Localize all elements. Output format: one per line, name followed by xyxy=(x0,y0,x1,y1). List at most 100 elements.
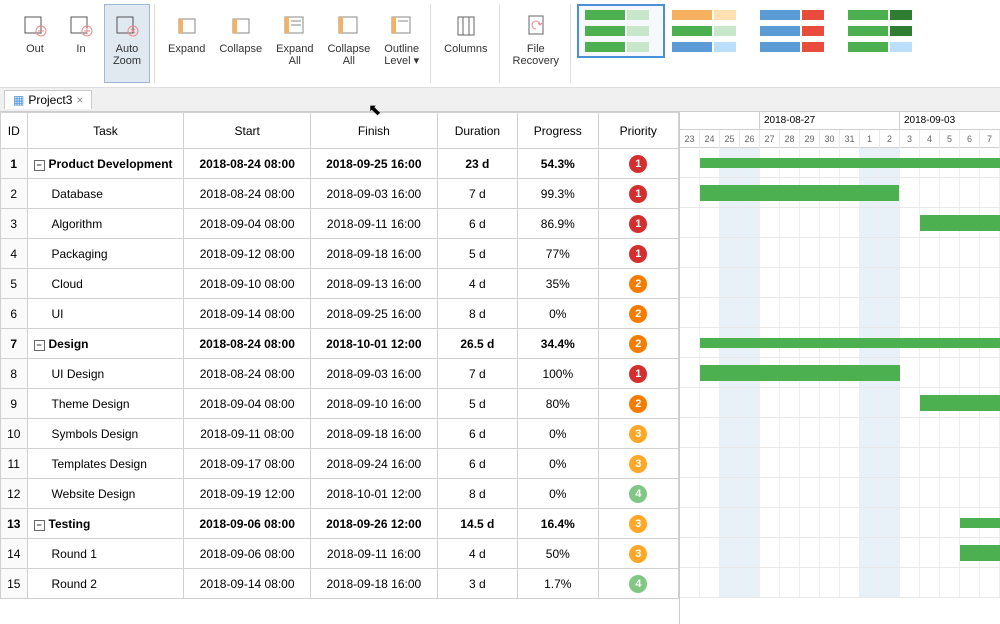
columns-button[interactable]: Columns xyxy=(437,4,494,83)
table-row[interactable]: 13−Testing2018-09-06 08:002018-09-26 12:… xyxy=(1,509,679,539)
row-id[interactable]: 1 xyxy=(1,149,28,179)
row-id[interactable]: 12 xyxy=(1,479,28,509)
table-row[interactable]: 4Packaging2018-09-12 08:002018-09-18 16:… xyxy=(1,239,679,269)
row-progress[interactable]: 0% xyxy=(518,299,598,329)
row-start[interactable]: 2018-09-17 08:00 xyxy=(184,449,311,479)
row-id[interactable]: 6 xyxy=(1,299,28,329)
outline-level-button[interactable]: Outline Level ▾ xyxy=(377,4,426,83)
gantt-task-bar[interactable] xyxy=(700,185,900,201)
gantt-task-bar[interactable] xyxy=(920,215,1000,231)
expand-all-button[interactable]: Expand All xyxy=(269,4,320,83)
row-start[interactable]: 2018-09-11 08:00 xyxy=(184,419,311,449)
row-id[interactable]: 7 xyxy=(1,329,28,359)
row-finish[interactable]: 2018-09-18 16:00 xyxy=(311,569,438,599)
row-progress[interactable]: 54.3% xyxy=(518,149,598,179)
in-button[interactable]: In xyxy=(58,4,104,83)
row-task[interactable]: Templates Design xyxy=(27,449,184,479)
row-task[interactable]: Round 1 xyxy=(27,539,184,569)
row-duration[interactable]: 23 d xyxy=(437,149,517,179)
row-start[interactable]: 2018-08-24 08:00 xyxy=(184,359,311,389)
row-finish[interactable]: 2018-09-10 16:00 xyxy=(311,389,438,419)
row-start[interactable]: 2018-09-14 08:00 xyxy=(184,569,311,599)
table-row[interactable]: 3Algorithm2018-09-04 08:002018-09-11 16:… xyxy=(1,209,679,239)
table-row[interactable]: 6UI2018-09-14 08:002018-09-25 16:008 d0%… xyxy=(1,299,679,329)
table-row[interactable]: 10Symbols Design2018-09-11 08:002018-09-… xyxy=(1,419,679,449)
gantt-row[interactable] xyxy=(680,418,1000,448)
row-task[interactable]: UI xyxy=(27,299,184,329)
auto-zoom-button[interactable]: Auto Zoom xyxy=(104,4,150,83)
row-duration[interactable]: 6 d xyxy=(437,419,517,449)
gantt-row[interactable] xyxy=(680,388,1000,418)
collapse-toggle-icon[interactable]: − xyxy=(34,340,45,351)
row-finish[interactable]: 2018-09-25 16:00 xyxy=(311,149,438,179)
row-duration[interactable]: 5 d xyxy=(437,389,517,419)
col-id[interactable]: ID xyxy=(1,113,28,149)
col-task[interactable]: Task xyxy=(27,113,184,149)
row-priority[interactable]: 1 xyxy=(598,209,678,239)
gantt-style-3[interactable] xyxy=(753,4,841,58)
row-id[interactable]: 14 xyxy=(1,539,28,569)
gantt-summary-bar[interactable] xyxy=(700,158,1000,168)
row-id[interactable]: 11 xyxy=(1,449,28,479)
row-priority[interactable]: 1 xyxy=(598,179,678,209)
gantt-row[interactable] xyxy=(680,208,1000,238)
row-duration[interactable]: 4 d xyxy=(437,269,517,299)
row-start[interactable]: 2018-09-04 08:00 xyxy=(184,209,311,239)
out-button[interactable]: Out xyxy=(12,4,58,83)
table-row[interactable]: 9Theme Design2018-09-04 08:002018-09-10 … xyxy=(1,389,679,419)
close-tab-icon[interactable]: × xyxy=(76,93,83,107)
row-finish[interactable]: 2018-09-03 16:00 xyxy=(311,179,438,209)
row-priority[interactable]: 1 xyxy=(598,239,678,269)
collapse-toggle-icon[interactable]: − xyxy=(34,160,45,171)
row-finish[interactable]: 2018-10-01 12:00 xyxy=(311,479,438,509)
row-progress[interactable]: 99.3% xyxy=(518,179,598,209)
gantt-row[interactable] xyxy=(680,448,1000,478)
gantt-summary-bar[interactable] xyxy=(960,518,1000,528)
table-row[interactable]: 1−Product Development2018-08-24 08:00201… xyxy=(1,149,679,179)
collapse-toggle-icon[interactable]: − xyxy=(34,520,45,531)
row-task[interactable]: −Design xyxy=(27,329,184,359)
row-start[interactable]: 2018-09-12 08:00 xyxy=(184,239,311,269)
row-duration[interactable]: 8 d xyxy=(437,299,517,329)
row-progress[interactable]: 77% xyxy=(518,239,598,269)
gantt-row[interactable] xyxy=(680,148,1000,178)
row-progress[interactable]: 50% xyxy=(518,539,598,569)
row-priority[interactable]: 3 xyxy=(598,539,678,569)
row-priority[interactable]: 4 xyxy=(598,479,678,509)
table-row[interactable]: 14Round 12018-09-06 08:002018-09-11 16:0… xyxy=(1,539,679,569)
row-progress[interactable]: 86.9% xyxy=(518,209,598,239)
row-task[interactable]: Symbols Design xyxy=(27,419,184,449)
expand-button[interactable]: Expand xyxy=(161,4,212,83)
row-priority[interactable]: 2 xyxy=(598,299,678,329)
gantt-row[interactable] xyxy=(680,298,1000,328)
row-task[interactable]: Round 2 xyxy=(27,569,184,599)
gantt-task-bar[interactable] xyxy=(920,395,1000,411)
gantt-row[interactable] xyxy=(680,268,1000,298)
row-start[interactable]: 2018-09-10 08:00 xyxy=(184,269,311,299)
gantt-task-bar[interactable] xyxy=(700,365,900,381)
row-priority[interactable]: 4 xyxy=(598,569,678,599)
col-progress[interactable]: Progress xyxy=(518,113,598,149)
row-id[interactable]: 4 xyxy=(1,239,28,269)
row-duration[interactable]: 14.5 d xyxy=(437,509,517,539)
row-finish[interactable]: 2018-09-26 12:00 xyxy=(311,509,438,539)
collapse-button[interactable]: Collapse xyxy=(212,4,269,83)
gantt-row[interactable] xyxy=(680,538,1000,568)
row-task[interactable]: −Product Development xyxy=(27,149,184,179)
table-row[interactable]: 2Database2018-08-24 08:002018-09-03 16:0… xyxy=(1,179,679,209)
row-duration[interactable]: 7 d xyxy=(437,359,517,389)
row-progress[interactable]: 0% xyxy=(518,419,598,449)
row-id[interactable]: 15 xyxy=(1,569,28,599)
row-finish[interactable]: 2018-09-18 16:00 xyxy=(311,419,438,449)
row-progress[interactable]: 0% xyxy=(518,449,598,479)
row-task[interactable]: Theme Design xyxy=(27,389,184,419)
gantt-row[interactable] xyxy=(680,478,1000,508)
gantt-row[interactable] xyxy=(680,328,1000,358)
row-id[interactable]: 5 xyxy=(1,269,28,299)
project-tab[interactable]: ▦ Project3 × xyxy=(4,90,92,109)
row-id[interactable]: 2 xyxy=(1,179,28,209)
row-progress[interactable]: 1.7% xyxy=(518,569,598,599)
gantt-summary-bar[interactable] xyxy=(700,338,1000,348)
row-priority[interactable]: 1 xyxy=(598,359,678,389)
row-finish[interactable]: 2018-10-01 12:00 xyxy=(311,329,438,359)
